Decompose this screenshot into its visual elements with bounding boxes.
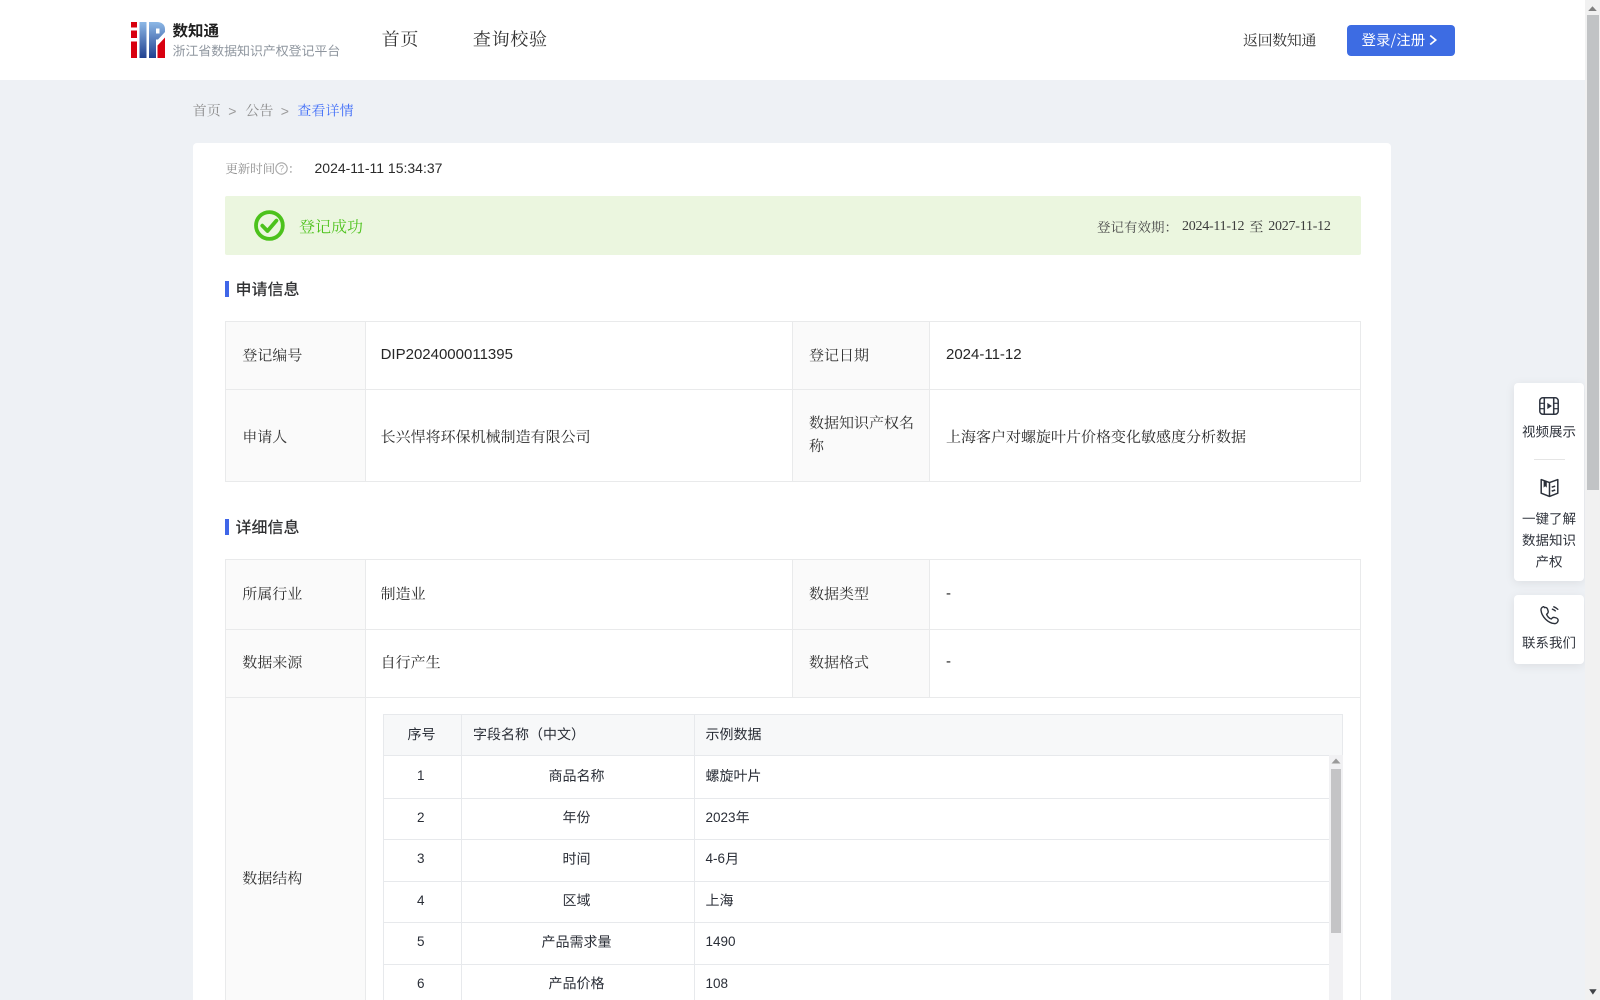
svg-text:?: ? (279, 164, 284, 174)
